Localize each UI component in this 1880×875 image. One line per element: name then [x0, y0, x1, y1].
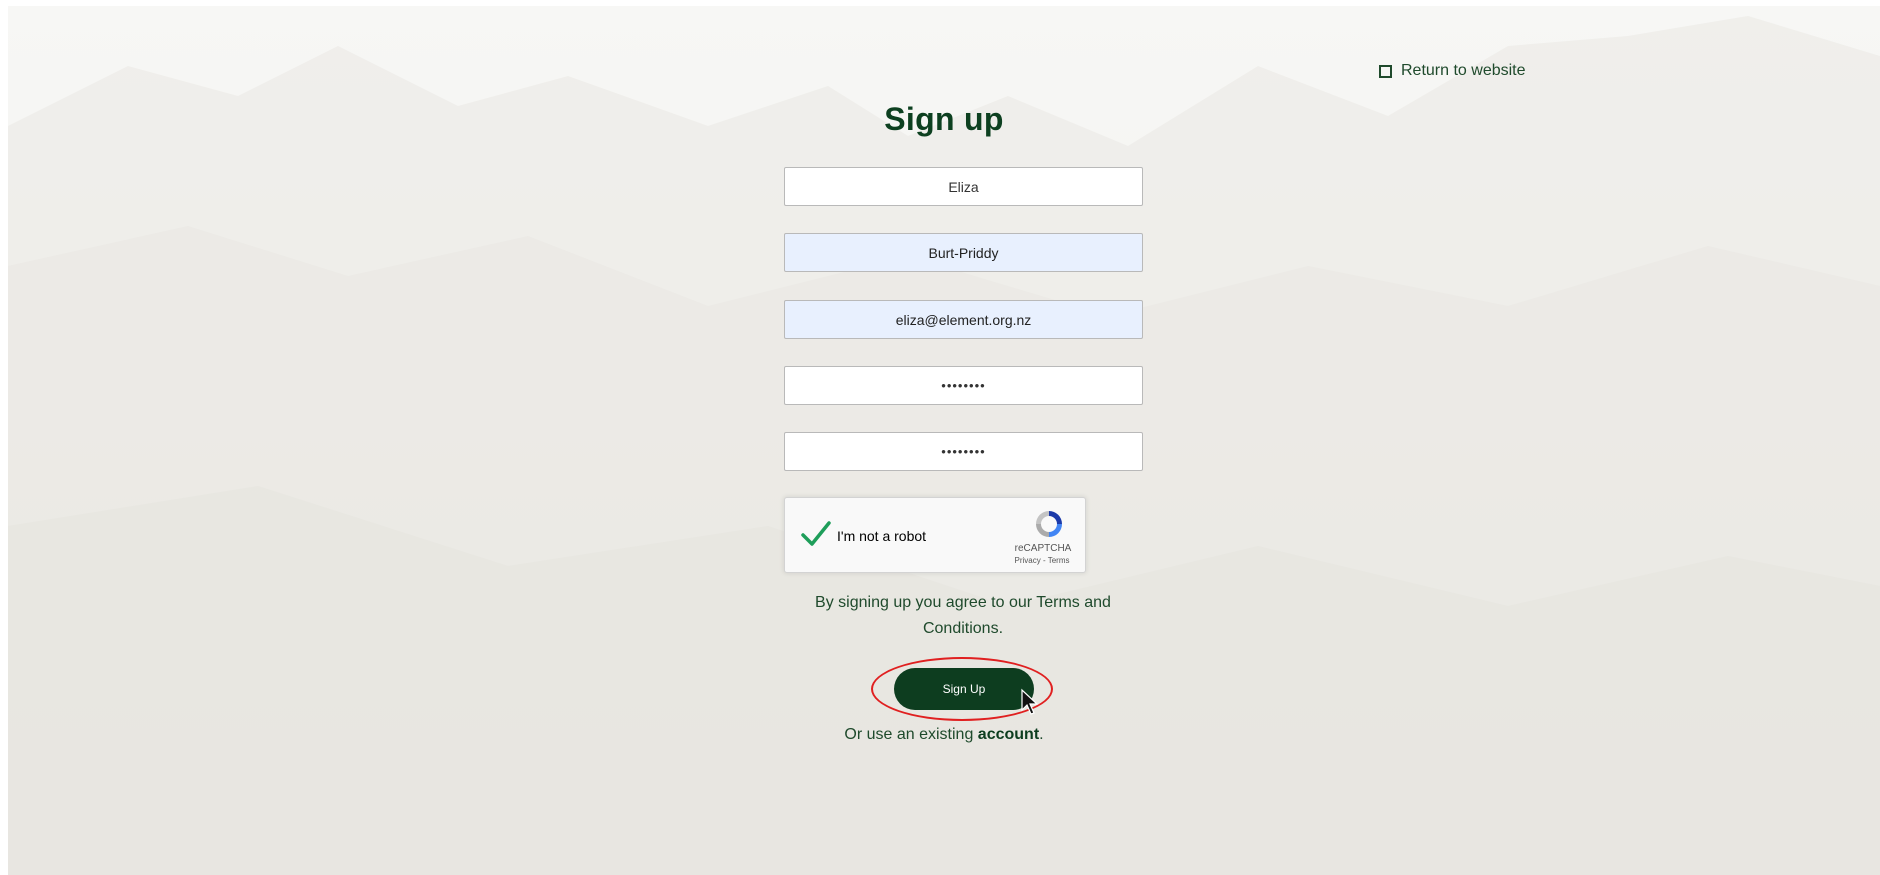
existing-account-text: Or use an existing account. [8, 726, 1880, 744]
last-name-field[interactable] [784, 233, 1143, 272]
recaptcha-brand: reCAPTCHA [1014, 543, 1072, 554]
existing-account-prefix: Or use an existing [844, 726, 978, 743]
terms-notice: By signing up you agree to our Terms and… [815, 594, 1111, 637]
return-to-website-link[interactable]: Return to website [1379, 62, 1526, 80]
return-to-website-label: Return to website [1401, 62, 1526, 79]
page-background: Return to website Sign up I'm not a robo… [8, 6, 1880, 875]
existing-account-suffix: . [1039, 726, 1044, 743]
password-field[interactable] [784, 366, 1143, 405]
first-name-field[interactable] [784, 167, 1143, 206]
recaptcha-link-separator: - [1040, 556, 1048, 565]
email-field[interactable] [784, 300, 1143, 339]
recaptcha-privacy-link[interactable]: Privacy [1015, 556, 1041, 565]
sign-up-button[interactable]: Sign Up [894, 668, 1034, 710]
recaptcha-logo-icon [1036, 511, 1062, 537]
recaptcha-widget: I'm not a robot reCAPTCHA Privacy - Term… [784, 497, 1086, 573]
recaptcha-terms-link[interactable]: Terms [1048, 556, 1070, 565]
confirm-password-field[interactable] [784, 432, 1143, 471]
existing-account-link[interactable]: account [978, 726, 1039, 743]
recaptcha-label: I'm not a robot [837, 528, 927, 544]
recaptcha-links: Privacy - Terms [1007, 556, 1077, 565]
page-title: Sign up [884, 101, 1004, 137]
square-outline-icon [1379, 64, 1392, 78]
checkmark-icon[interactable] [800, 518, 832, 550]
